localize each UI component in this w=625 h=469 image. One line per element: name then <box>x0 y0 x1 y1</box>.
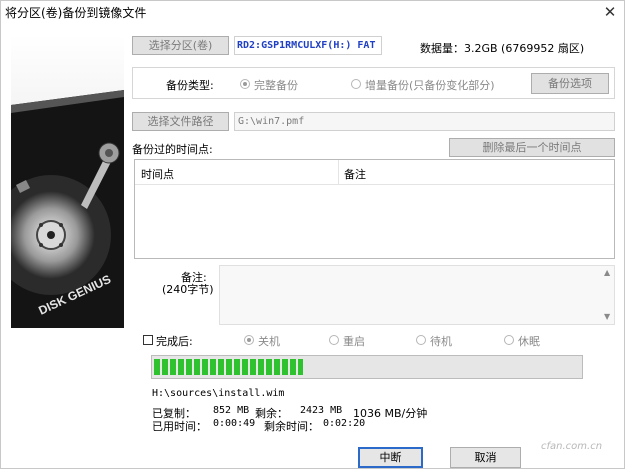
delete-last-timepoint-button[interactable]: 删除最后一个时间点 <box>449 138 615 157</box>
full-backup-label: 完整备份 <box>254 79 298 92</box>
select-partition-button[interactable]: 选择分区(卷) <box>132 36 229 55</box>
elapsed-label: 已用时间： <box>152 420 207 433</box>
column-divider <box>338 160 339 184</box>
note-textarea[interactable] <box>219 265 615 325</box>
hibernate-label: 休眠 <box>518 335 540 348</box>
time-left-value: 0:02:20 <box>323 418 366 429</box>
timepoints-header <box>135 160 614 185</box>
after-completion-checkbox[interactable] <box>143 335 153 345</box>
shutdown-radio[interactable] <box>244 335 254 345</box>
after-completion-label: 完成后: <box>156 335 193 348</box>
note-scrollbar[interactable]: ▲ ▼ <box>602 266 614 324</box>
progress-bar <box>151 355 583 379</box>
scroll-up-icon[interactable]: ▲ <box>604 268 610 277</box>
select-file-path-button[interactable]: 选择文件路径 <box>132 112 229 131</box>
backup-options-button[interactable]: 备份选项 <box>531 73 609 94</box>
scroll-down-icon[interactable]: ▼ <box>604 312 610 321</box>
elapsed-value: 0:00:49 <box>213 418 256 429</box>
remaining-value: 2423 MB <box>300 405 343 416</box>
backup-dialog: 将分区(卷)备份到镜像文件 ✕ DISK GENIUS 选择分区(卷) RD2:… <box>0 0 625 469</box>
standby-label: 待机 <box>430 335 452 348</box>
hibernate-radio[interactable] <box>504 335 514 345</box>
full-backup-radio[interactable] <box>240 79 250 89</box>
close-icon[interactable]: ✕ <box>601 3 619 21</box>
restart-radio[interactable] <box>329 335 339 345</box>
timepoints-list[interactable]: 时间点 备注 <box>134 159 615 259</box>
incremental-backup-radio[interactable] <box>351 79 361 89</box>
time-left-label: 剩余时间： <box>264 420 319 433</box>
stop-button[interactable]: 中断 <box>358 447 423 468</box>
incremental-backup-label: 增量备份(只备份变化部分) <box>365 79 495 92</box>
dialog-title: 将分区(卷)备份到镜像文件 <box>5 6 147 20</box>
standby-radio[interactable] <box>416 335 426 345</box>
data-size-text: 数据量：3.2GB (6769952 扇区) <box>420 42 585 55</box>
copied-value: 852 MB <box>213 405 250 416</box>
backup-type-label: 备份类型: <box>166 79 214 92</box>
column-header-note[interactable]: 备注 <box>344 166 366 182</box>
timepoints-label: 备份过的时间点: <box>132 143 213 156</box>
file-path-field: G:\win7.pmf <box>234 112 615 131</box>
column-header-timepoint[interactable]: 时间点 <box>141 166 174 182</box>
disk-genius-illustration: DISK GENIUS <box>11 35 124 328</box>
current-file-path: H:\sources\install.wim <box>152 388 285 399</box>
hard-disk-icon: DISK GENIUS <box>11 35 124 328</box>
progress-fill <box>154 359 303 375</box>
note-sublabel: (240字节) <box>162 283 214 296</box>
cancel-button[interactable]: 取消 <box>450 447 521 468</box>
partition-field: RD2:GSP1RMCULXF(H:) FAT <box>234 36 382 55</box>
shutdown-label: 关机 <box>258 335 280 348</box>
restart-label: 重启 <box>343 335 365 348</box>
watermark: cfan.com.cn <box>541 441 603 452</box>
